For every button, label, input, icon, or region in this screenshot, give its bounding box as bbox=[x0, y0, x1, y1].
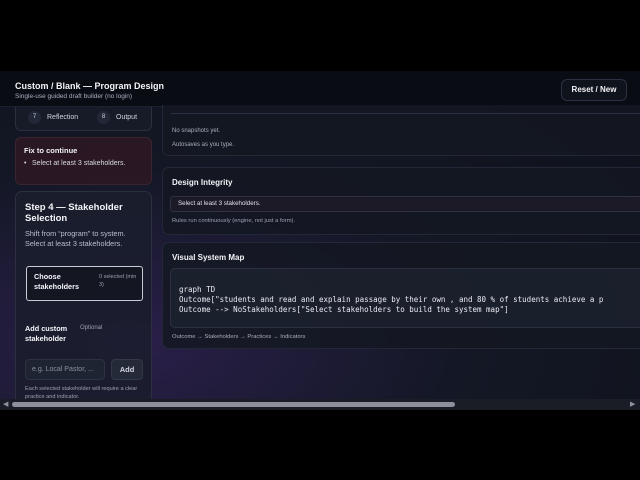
step-number-7[interactable]: 7 bbox=[28, 111, 41, 124]
scrollbar-thumb[interactable] bbox=[12, 402, 455, 407]
design-integrity-title: Design Integrity bbox=[172, 178, 233, 187]
design-integrity-panel: Design Integrity Select at least 3 stake… bbox=[162, 167, 640, 235]
step-number-8[interactable]: 8 bbox=[97, 111, 110, 124]
system-map-flow: Outcome → Stakeholders → Practices → Ind… bbox=[172, 334, 306, 340]
divider bbox=[171, 113, 640, 114]
choose-stakeholders-dropdown[interactable]: Choose stakeholders 0 selected (min 3) bbox=[26, 266, 143, 301]
left-sidebar: 7 Reflection 8 Output Fix to continue • S… bbox=[15, 107, 152, 399]
choose-stakeholders-label: Choose stakeholders bbox=[34, 272, 80, 291]
step4-title: Step 4 — Stakeholder Selection bbox=[25, 202, 123, 224]
snapshots-panel: No snapshots yet. Autosaves as you type. bbox=[162, 105, 640, 156]
fix-to-continue-card: Fix to continue • Select at least 3 stake… bbox=[15, 137, 152, 185]
autosave-note: Autosaves as you type. bbox=[172, 142, 235, 148]
mermaid-code-block: graph TD Outcome["students and read and … bbox=[170, 268, 640, 328]
step4-description: Shift from “program” to system. Select a… bbox=[25, 229, 126, 248]
fix-item-text: Select at least 3 stakeholders. bbox=[32, 160, 126, 167]
visual-system-map-panel: Visual System Map graph TD Outcome["stud… bbox=[162, 242, 640, 349]
code-line: Outcome["students and read and explain p… bbox=[179, 295, 604, 304]
app-window: Custom / Blank — Program Design Single-u… bbox=[0, 71, 640, 410]
scroll-left-icon[interactable]: ◀ bbox=[3, 400, 8, 408]
system-map-title: Visual System Map bbox=[172, 253, 245, 262]
add-custom-stakeholder-label: Add custom stakeholder bbox=[25, 324, 68, 343]
top-bar: Custom / Blank — Program Design Single-u… bbox=[0, 71, 640, 107]
reset-new-button[interactable]: Reset / New bbox=[561, 79, 627, 101]
scroll-right-icon[interactable]: ▶ bbox=[630, 400, 635, 408]
code-line: graph TD bbox=[179, 285, 216, 294]
steps-nav: 7 Reflection 8 Output bbox=[15, 107, 152, 131]
step4-card: Step 4 — Stakeholder Selection Shift fro… bbox=[15, 191, 152, 399]
step-label-reflection[interactable]: Reflection bbox=[47, 114, 78, 121]
optional-badge: Optional bbox=[80, 325, 103, 331]
fix-title: Fix to continue bbox=[24, 146, 78, 155]
horizontal-scrollbar[interactable]: ◀ ▶ bbox=[0, 399, 640, 410]
stakeholder-help-note: Each selected stakeholder will require a… bbox=[25, 386, 138, 399]
page-title: Custom / Blank — Program Design bbox=[15, 81, 165, 91]
snapshots-empty-text: No snapshots yet. bbox=[172, 128, 221, 134]
add-stakeholder-button[interactable]: Add bbox=[111, 359, 143, 380]
custom-stakeholder-input[interactable]: e.g. Local Pastor, ... bbox=[25, 359, 105, 380]
fix-item: • Select at least 3 stakeholders. bbox=[24, 160, 126, 167]
page-subtitle: Single-use guided draft builder (no logi… bbox=[15, 93, 133, 100]
integrity-note: Rules run continuously (engine, not just… bbox=[172, 218, 296, 224]
selected-count: 0 selected (min 3) bbox=[99, 274, 137, 288]
code-line: Outcome --> NoStakeholders["Select stake… bbox=[179, 305, 509, 314]
integrity-warning: Select at least 3 stakeholders. bbox=[170, 196, 640, 212]
step-label-output[interactable]: Output bbox=[116, 114, 137, 121]
